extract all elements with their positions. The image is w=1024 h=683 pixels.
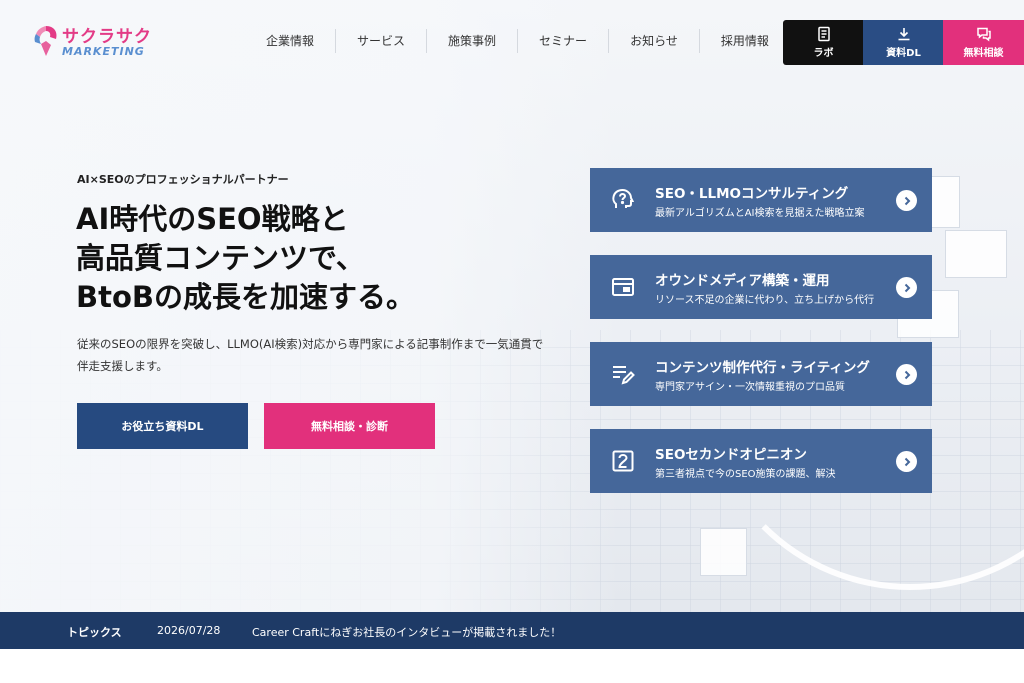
download-button-label: 資料DL — [886, 48, 921, 59]
main-nav: 企業情報 サービス 施策事例 セミナー お知らせ 採用情報 — [245, 29, 791, 53]
site-header: サクラサク MARKETING 企業情報 サービス 施策事例 セミナー お知らせ… — [0, 0, 1024, 84]
chevron-right-icon — [896, 364, 917, 385]
chat-bubble-icon — [976, 27, 991, 42]
nav-recruit[interactable]: 採用情報 — [700, 29, 791, 53]
logo-text-en: MARKETING — [62, 45, 145, 58]
logo-text-jp: サクラサク — [62, 27, 152, 47]
nav-news[interactable]: お知らせ — [609, 29, 700, 53]
headline-line-1: AI時代のSEO戦略と — [76, 202, 349, 236]
headline-line-3: BtoBの成長を加速する。 — [76, 280, 415, 314]
service-card-second-opinion[interactable]: SEOセカンドオピニオン 第三者視点で今のSEO施策の課題、解決 — [590, 429, 932, 493]
document-icon — [817, 26, 830, 42]
cta-consult-button[interactable]: 無料相談・診断 — [264, 403, 435, 449]
lab-button[interactable]: ラボ — [783, 20, 864, 65]
site-logo[interactable]: サクラサク MARKETING — [30, 22, 160, 62]
download-icon — [898, 28, 909, 41]
hero-headline: AI時代のSEO戦略と 高品質コンテンツで、 BtoBの成長を加速する。 — [76, 200, 546, 317]
cta-download-button[interactable]: お役立ち資料DL — [77, 403, 248, 449]
service-card-title: SEO・LLMOコンサルティング — [655, 186, 849, 202]
free-consult-button-label: 無料相談 — [963, 48, 1004, 59]
hero-eyebrow: AI×SEOのプロフェッショナルパートナー — [77, 173, 289, 186]
sakura-logo-icon — [34, 26, 57, 56]
service-card-seo-llmo[interactable]: SEO・LLMOコンサルティング 最新アルゴリズムとAI検索を見据えた戦略立案 — [590, 168, 932, 232]
chevron-right-icon — [896, 277, 917, 298]
chevron-right-icon — [896, 451, 917, 472]
browser-window-icon — [612, 278, 634, 296]
service-card-subtitle: 専門家アサイン・一次情報重視のプロ品質 — [655, 382, 845, 393]
number-two-icon — [612, 450, 634, 472]
lab-button-label: ラボ — [813, 48, 834, 59]
service-card-title: コンテンツ制作代行・ライティング — [655, 360, 870, 376]
topics-bar: トピックス 2026/07/28 Career Craftにねぎお社長のインタビ… — [0, 612, 1024, 649]
service-card-subtitle: リソース不足の企業に代わり、立ち上げから代行 — [655, 295, 875, 306]
nav-services[interactable]: サービス — [336, 29, 428, 53]
hero-lead: 従来のSEOの限界を突破し、LLMO(AI検索)対応から専門家による記事制作まで… — [77, 337, 544, 373]
service-card-title: オウンドメディア構築・運用 — [655, 273, 830, 289]
service-card-subtitle: 最新アルゴリズムとAI検索を見据えた戦略立案 — [655, 208, 865, 219]
nav-case-studies[interactable]: 施策事例 — [427, 29, 519, 53]
topics-news-link[interactable]: Career Craftにねぎお社長のインタビューが掲載されました！ — [252, 624, 561, 640]
nav-company[interactable]: 企業情報 — [245, 29, 337, 53]
document-pen-icon — [613, 366, 635, 385]
chevron-right-icon — [896, 190, 917, 211]
topics-date: 2026/07/28 — [157, 624, 221, 637]
free-consult-button[interactable]: 無料相談 — [943, 20, 1024, 65]
nav-seminar[interactable]: セミナー — [518, 29, 610, 53]
topics-label: トピックス — [67, 626, 122, 639]
decorative-square — [945, 230, 1007, 278]
headline-line-2: 高品質コンテンツで、 — [76, 241, 365, 275]
decorative-square — [700, 528, 747, 576]
service-card-subtitle: 第三者視点で今のSEO施策の課題、解決 — [655, 469, 836, 480]
service-card-title: SEOセカンドオピニオン — [655, 447, 807, 463]
service-card-owned-media[interactable]: オウンドメディア構築・運用 リソース不足の企業に代わり、立ち上げから代行 — [590, 255, 932, 319]
service-card-content-writing[interactable]: コンテンツ制作代行・ライティング 専門家アサイン・一次情報重視のプロ品質 — [590, 342, 932, 406]
head-question-icon — [612, 188, 635, 208]
download-button[interactable]: 資料DL — [863, 20, 944, 65]
